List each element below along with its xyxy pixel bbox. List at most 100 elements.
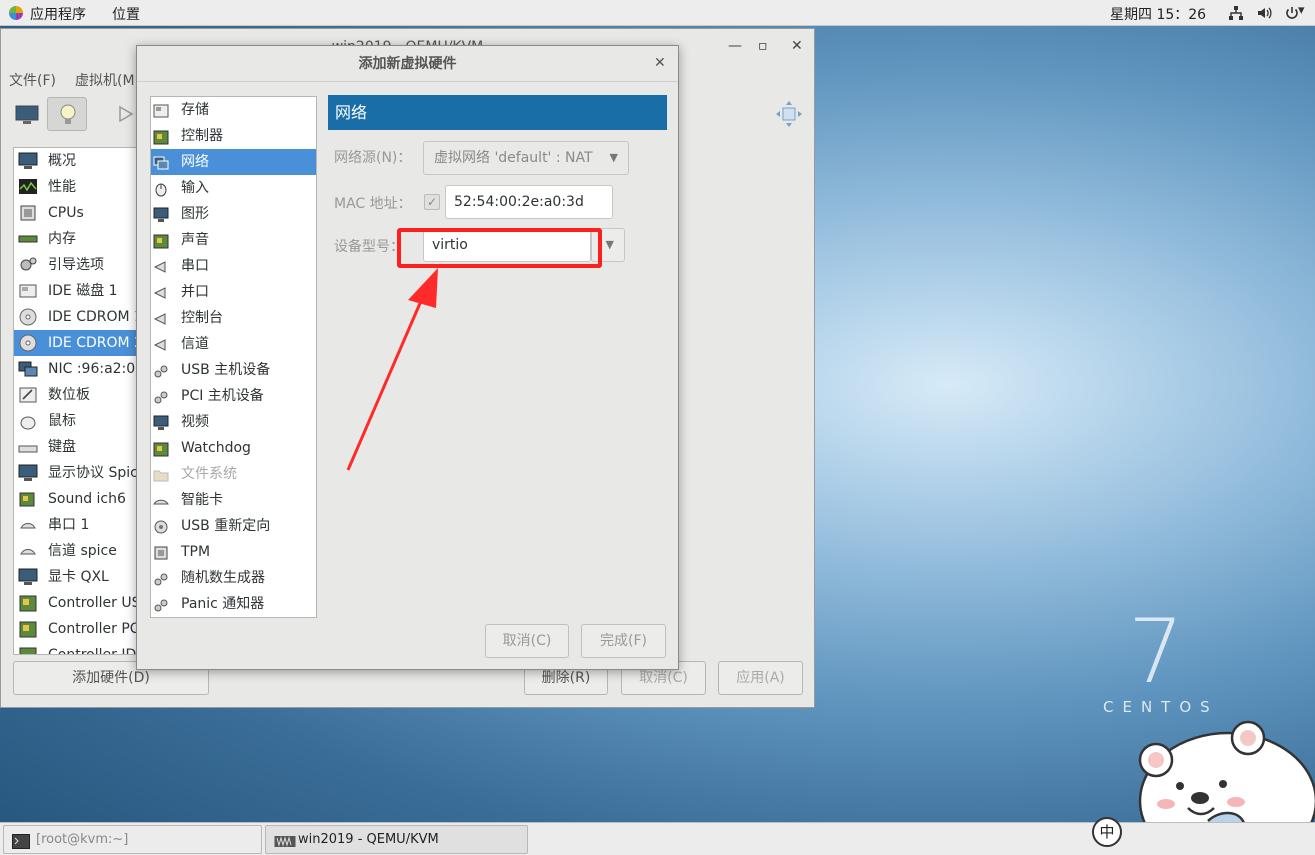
- details-view-button[interactable]: [47, 97, 87, 131]
- device-type-storage[interactable]: 存储: [151, 97, 316, 123]
- cdrom-icon: [18, 334, 38, 352]
- hw-item-tablet[interactable]: 数位板: [14, 382, 142, 408]
- device-type-parallel[interactable]: 并口: [151, 279, 316, 305]
- hardware-list: 概况 性能 CPUs 内存 引导选项 IDE 磁盘 1 IDE CDROM 1 …: [13, 147, 143, 655]
- usb-icon: [153, 362, 169, 378]
- device-type-serial[interactable]: 串口: [151, 253, 316, 279]
- clock[interactable]: 星期四 15：26: [1110, 4, 1206, 24]
- maximize-icon[interactable]: ▫: [758, 38, 768, 54]
- move-icon: [776, 101, 802, 127]
- dialog-finish-button[interactable]: 完成(F): [581, 624, 666, 658]
- dialog-cancel-button[interactable]: 取消(C): [485, 624, 569, 658]
- controller-icon: [18, 620, 38, 638]
- device-type-panic[interactable]: Panic 通知器: [151, 591, 316, 617]
- system-menu-arrow-icon[interactable]: ▾: [1298, 3, 1305, 18]
- device-type-filesystem[interactable]: 文件系统: [151, 461, 316, 487]
- device-type-console[interactable]: 控制台: [151, 305, 316, 331]
- hw-item-serial[interactable]: 串口 1: [14, 512, 142, 538]
- display-icon: [18, 464, 38, 482]
- network-source-select[interactable]: 虚拟网络 'default' : NAT ▼: [423, 141, 629, 175]
- volume-icon[interactable]: [1256, 5, 1272, 25]
- panel-title: 网络: [328, 95, 667, 130]
- sound-icon: [18, 490, 38, 508]
- network-icon: [18, 360, 38, 378]
- channel-icon: [18, 542, 38, 560]
- sound-icon: [153, 232, 169, 249]
- boot-gear-icon: [18, 256, 38, 274]
- storage-icon: [153, 102, 169, 118]
- fullscreen-button[interactable]: [769, 97, 809, 131]
- places-menu[interactable]: 位置: [112, 4, 140, 24]
- taskbar-terminal[interactable]: [root@kvm:~]: [3, 825, 262, 854]
- hw-item-cdrom-1[interactable]: IDE CDROM 1: [14, 304, 142, 330]
- parallel-icon: [153, 284, 169, 300]
- top-bar: 应用程序 位置 星期四 15：26 ▾: [0, 0, 1315, 26]
- hw-item-cpus[interactable]: CPUs: [14, 200, 142, 226]
- device-type-sound[interactable]: 声音: [151, 227, 316, 253]
- hw-item-overview[interactable]: 概况: [14, 148, 142, 174]
- hw-item-cdrom-2[interactable]: IDE CDROM 2: [14, 330, 142, 356]
- device-type-rng[interactable]: 随机数生成器: [151, 565, 316, 591]
- monitor-icon: [153, 206, 169, 222]
- device-type-network[interactable]: 网络: [151, 149, 316, 175]
- hw-item-video[interactable]: 显卡 QXL: [14, 564, 142, 590]
- close-icon[interactable]: ✕: [791, 38, 803, 54]
- keyboard-icon: [18, 438, 38, 456]
- device-type-watchdog[interactable]: Watchdog: [151, 435, 316, 461]
- video-icon: [153, 414, 169, 430]
- device-type-graphics[interactable]: 图形: [151, 201, 316, 227]
- mac-address-input[interactable]: 52:54:00:2e:a0:3d: [445, 185, 613, 219]
- memory-icon: [18, 230, 38, 248]
- menu-file[interactable]: 文件(F): [9, 70, 56, 90]
- network-status-icon[interactable]: [1228, 5, 1244, 25]
- device-type-pci-host[interactable]: PCI 主机设备: [151, 383, 316, 409]
- console-view-button[interactable]: [7, 97, 47, 131]
- taskbar-vm-window[interactable]: win2019 - QEMU/KVM: [265, 825, 528, 854]
- device-type-usb-host[interactable]: USB 主机设备: [151, 357, 316, 383]
- hw-item-keyboard[interactable]: 键盘: [14, 434, 142, 460]
- hw-item-sound[interactable]: Sound ich6: [14, 486, 142, 512]
- mac-address-checkbox[interactable]: ✓: [424, 194, 440, 210]
- device-type-smartcard[interactable]: 智能卡: [151, 487, 316, 513]
- console-icon: [153, 310, 169, 326]
- hw-item-memory[interactable]: 内存: [14, 226, 142, 252]
- applications-menu[interactable]: 应用程序: [30, 4, 86, 24]
- tablet-icon: [18, 386, 38, 404]
- device-type-usb-redirect[interactable]: USB 重新定向: [151, 513, 316, 539]
- folder-icon: [153, 466, 169, 482]
- rng-icon: [153, 570, 169, 586]
- device-type-controller[interactable]: 控制器: [151, 123, 316, 149]
- hw-item-boot[interactable]: 引导选项: [14, 252, 142, 278]
- monitor-icon: [18, 152, 38, 170]
- disk-icon: [18, 282, 38, 300]
- centos-logo-text: CENTOS: [1103, 698, 1219, 716]
- mouse-icon: [153, 180, 169, 197]
- channel-icon: [153, 336, 169, 352]
- hw-item-channel[interactable]: 信道 spice: [14, 538, 142, 564]
- network-icon: [153, 154, 169, 170]
- hw-item-display[interactable]: 显示协议 Spic: [14, 460, 142, 486]
- cdrom-icon: [18, 308, 38, 326]
- dialog-close-icon[interactable]: ✕: [654, 55, 666, 71]
- hw-item-controller-ide[interactable]: Controller IDE: [14, 642, 142, 654]
- lightbulb-icon: [60, 104, 76, 124]
- dialog-title: 添加新虚拟硬件: [137, 46, 678, 82]
- device-type-channel[interactable]: 信道: [151, 331, 316, 357]
- hw-item-ide-disk[interactable]: IDE 磁盘 1: [14, 278, 142, 304]
- serial-icon: [18, 516, 38, 534]
- device-type-tpm[interactable]: TPM: [151, 539, 316, 565]
- menu-vm[interactable]: 虚拟机(M: [75, 70, 135, 90]
- hw-item-controller-usb[interactable]: Controller USB: [14, 590, 142, 616]
- device-type-video[interactable]: 视频: [151, 409, 316, 435]
- virt-manager-icon: [274, 832, 296, 847]
- minimize-icon[interactable]: —: [728, 38, 742, 54]
- chevron-down-icon: ▼: [609, 151, 618, 164]
- apply-button[interactable]: 应用(A): [718, 661, 803, 695]
- hw-item-controller-pci[interactable]: Controller PCI: [14, 616, 142, 642]
- device-type-input[interactable]: 输入: [151, 175, 316, 201]
- hw-item-mouse[interactable]: 鼠标: [14, 408, 142, 434]
- serial-icon: [153, 258, 169, 274]
- input-method-indicator[interactable]: 中: [1092, 817, 1122, 847]
- hw-item-nic[interactable]: NIC :96:a2:02: [14, 356, 142, 382]
- hw-item-performance[interactable]: 性能: [14, 174, 142, 200]
